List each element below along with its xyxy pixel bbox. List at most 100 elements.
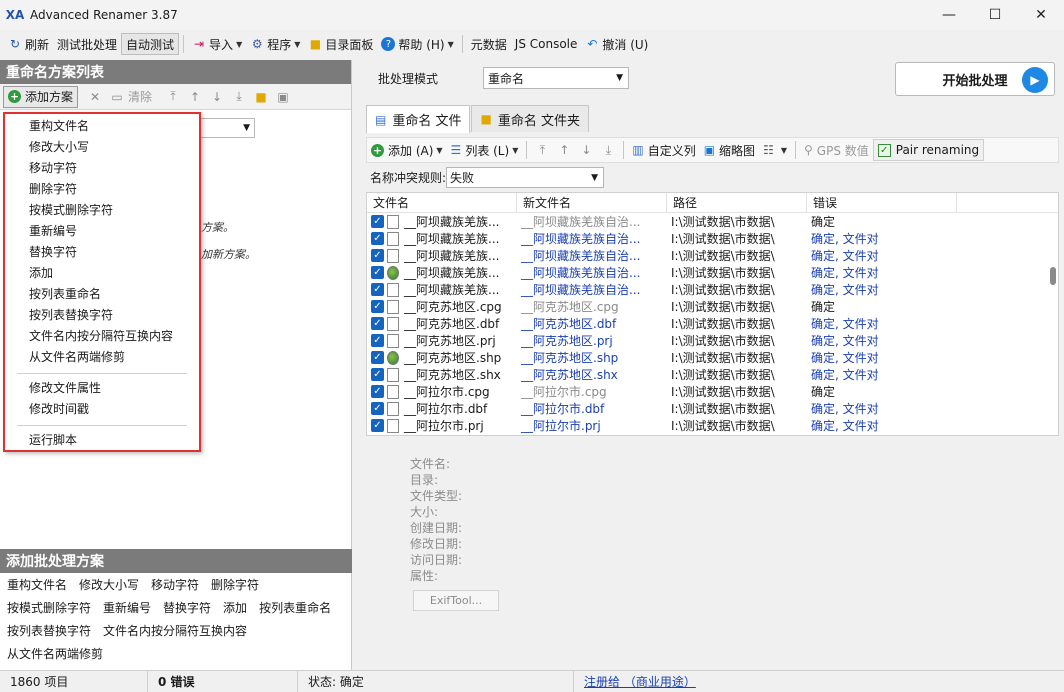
row-checkbox[interactable]: ✓ bbox=[371, 334, 384, 347]
conflict-rule-select[interactable]: 失败 ▼ bbox=[446, 167, 604, 188]
batch-mode-select[interactable]: 重命名 ▼ bbox=[483, 67, 629, 89]
tab-rename-files[interactable]: ▤ 重命名 文件 bbox=[366, 105, 471, 133]
quick-method-link[interactable]: 重新编号 bbox=[103, 599, 151, 616]
file-row[interactable]: ✓ __阿拉尔市.prj __阿拉尔市.prj I:\测试数据\市数据\ 确定, 文件对 bbox=[367, 417, 1058, 434]
quick-method-link[interactable]: 按列表重命名 bbox=[259, 599, 331, 616]
undo-button[interactable]: ↶ 撤消 (U) bbox=[581, 33, 652, 55]
move-bottom-icon[interactable]: ⤓ bbox=[599, 140, 617, 160]
maximize-icon[interactable]: ☐ bbox=[972, 0, 1018, 30]
quick-method-link[interactable]: 按列表替换字符 bbox=[7, 622, 91, 639]
add-files-button[interactable]: + 添加 (A) ▼ bbox=[367, 139, 447, 161]
menu-item[interactable]: 修改大小写 bbox=[5, 137, 199, 158]
move-top-icon[interactable]: ⤒ bbox=[533, 140, 551, 160]
menu-item[interactable]: 替换字符 bbox=[5, 242, 199, 263]
column-header-filename[interactable]: 文件名 bbox=[367, 193, 517, 213]
pair-renaming-toggle[interactable]: ✓ Pair renaming bbox=[872, 139, 985, 161]
custom-columns-button[interactable]: ▥ 自定义列 bbox=[628, 139, 699, 161]
quick-method-link[interactable]: 重构文件名 bbox=[7, 576, 67, 593]
file-row[interactable]: ✓ __阿克苏地区.shx __阿克苏地区.shx I:\测试数据\市数据\ 确定, 文… bbox=[367, 366, 1058, 383]
open-folder-icon[interactable]: ■ bbox=[252, 87, 270, 107]
file-row[interactable]: ✓ __阿克苏地区.shp __阿克苏地区.shp I:\测试数据\市数据\ 确定, 文… bbox=[367, 349, 1058, 366]
menu-item[interactable]: 修改文件属性 bbox=[5, 378, 199, 399]
row-checkbox[interactable]: ✓ bbox=[371, 300, 384, 313]
row-checkbox[interactable]: ✓ bbox=[371, 283, 384, 296]
move-up-icon[interactable]: ↑ bbox=[555, 140, 573, 160]
file-row[interactable]: ✓ __阿克苏地区.dbf __阿克苏地区.dbf I:\测试数据\市数据\ 确定, 文… bbox=[367, 315, 1058, 332]
move-top-icon[interactable]: ⤒ bbox=[164, 87, 182, 107]
test-batch-button[interactable]: 测试批处理 bbox=[53, 33, 121, 55]
auto-test-toggle[interactable]: 自动测试 bbox=[121, 33, 180, 55]
quick-method-link[interactable]: 文件名内按分隔符互换内容 bbox=[103, 622, 247, 639]
quick-method-link[interactable]: 按模式删除字符 bbox=[7, 599, 91, 616]
quick-method-link[interactable]: 移动字符 bbox=[151, 576, 199, 593]
clear-button[interactable]: 清除 bbox=[128, 88, 152, 105]
menu-item[interactable]: 移动字符 bbox=[5, 158, 199, 179]
menu-item[interactable]: 按模式删除字符 bbox=[5, 200, 199, 221]
move-up-icon[interactable]: ↑ bbox=[186, 87, 204, 107]
list-menu-button[interactable]: ☰ 列表 (L) ▼ bbox=[447, 139, 523, 161]
file-row[interactable]: ✓ __阿坝藏族羌族... __阿坝藏族羌族自治... I:\测试数据\市数据\ 确定 bbox=[367, 213, 1058, 230]
program-menu-button[interactable]: ⚙ 程序 ▼ bbox=[246, 33, 304, 55]
start-batch-button[interactable]: 开始批处理 ▶ bbox=[895, 62, 1055, 96]
add-method-button[interactable]: + 添加方案 bbox=[3, 85, 79, 108]
menu-item[interactable]: 添加 bbox=[5, 263, 199, 284]
file-row[interactable]: ✓ __阿拉尔市.cpg __阿拉尔市.cpg I:\测试数据\市数据\ 确定 bbox=[367, 383, 1058, 400]
row-checkbox[interactable]: ✓ bbox=[371, 368, 384, 381]
vertical-scrollbar[interactable] bbox=[1050, 267, 1056, 285]
menu-item[interactable]: 运行脚本 bbox=[5, 430, 199, 451]
column-header-new-filename[interactable]: 新文件名 bbox=[517, 193, 667, 213]
directory-panel-button[interactable]: ■ 目录面板 bbox=[304, 33, 377, 55]
quick-method-link[interactable]: 替换字符 bbox=[163, 599, 211, 616]
row-checkbox[interactable]: ✓ bbox=[371, 215, 384, 228]
menu-item[interactable]: 删除字符 bbox=[5, 179, 199, 200]
menu-item[interactable]: 重构文件名 bbox=[5, 116, 199, 137]
gps-values-button[interactable]: ⚲ GPS 数值 bbox=[800, 139, 873, 161]
quick-method-link[interactable]: 添加 bbox=[223, 599, 247, 616]
row-checkbox[interactable]: ✓ bbox=[371, 402, 384, 415]
file-row[interactable]: ✓ __阿坝藏族羌族... __阿坝藏族羌族自治... I:\测试数据\市数据\ 确定,… bbox=[367, 281, 1058, 298]
refresh-button[interactable]: ↻ 刷新 bbox=[4, 33, 53, 55]
quick-method-link[interactable]: 修改大小写 bbox=[79, 576, 139, 593]
quick-method-link[interactable]: 删除字符 bbox=[211, 576, 259, 593]
file-row[interactable]: ✓ __阿拉尔市.dbf __阿拉尔市.dbf I:\测试数据\市数据\ 确定, 文件对 bbox=[367, 400, 1058, 417]
file-row[interactable]: ✓ __阿坝藏族羌族... __阿坝藏族羌族自治... I:\测试数据\市数据\ 确定,… bbox=[367, 247, 1058, 264]
row-checkbox[interactable]: ✓ bbox=[371, 419, 384, 432]
thumbnails-button[interactable]: ▣ 缩略图 bbox=[700, 139, 759, 161]
metadata-button[interactable]: 元数据 bbox=[467, 33, 511, 55]
row-checkbox[interactable]: ✓ bbox=[371, 266, 384, 279]
file-row[interactable]: ✓ __阿坝藏族羌族... __阿坝藏族羌族自治... I:\测试数据\市数据\ 确定,… bbox=[367, 264, 1058, 281]
view-options-button[interactable]: ☷ ▼ bbox=[759, 139, 791, 161]
help-menu-button[interactable]: ? 帮助 (H) ▼ bbox=[377, 33, 457, 55]
close-icon[interactable]: ✕ bbox=[1018, 0, 1064, 30]
eraser-icon[interactable]: ▭ bbox=[108, 87, 126, 107]
file-row[interactable]: ✓ __阿坝藏族羌族... __阿坝藏族羌族自治... I:\测试数据\市数据\ 确定,… bbox=[367, 230, 1058, 247]
move-down-icon[interactable]: ↓ bbox=[208, 87, 226, 107]
delete-icon[interactable]: ✕ bbox=[86, 87, 104, 107]
save-icon[interactable]: ▣ bbox=[274, 87, 292, 107]
row-checkbox[interactable]: ✓ bbox=[371, 249, 384, 262]
minimize-icon[interactable]: — bbox=[926, 0, 972, 30]
column-header-path[interactable]: 路径 bbox=[667, 193, 807, 213]
menu-item[interactable]: 重新编号 bbox=[5, 221, 199, 242]
method-preset-dropdown[interactable]: ▼ bbox=[200, 118, 255, 138]
file-row[interactable]: ✓ __阿克苏地区.cpg __阿克苏地区.cpg I:\测试数据\市数据\ 确定 bbox=[367, 298, 1058, 315]
menu-item[interactable]: 按列表替换字符 bbox=[5, 305, 199, 326]
row-checkbox[interactable]: ✓ bbox=[371, 317, 384, 330]
move-bottom-icon[interactable]: ⤓ bbox=[230, 87, 248, 107]
row-checkbox[interactable]: ✓ bbox=[371, 385, 384, 398]
quick-method-link[interactable]: 从文件名两端修剪 bbox=[7, 645, 103, 662]
import-menu-button[interactable]: ⇥ 导入 ▼ bbox=[188, 33, 246, 55]
exiftool-button[interactable]: ExifTool... bbox=[413, 590, 499, 611]
tab-rename-folders[interactable]: ■ 重命名 文件夹 bbox=[471, 105, 589, 132]
register-link[interactable]: 注册给 （商业用途） bbox=[584, 673, 696, 690]
menu-item[interactable]: 按列表重命名 bbox=[5, 284, 199, 305]
file-row[interactable]: ✓ __阿克苏地区.prj __阿克苏地区.prj I:\测试数据\市数据\ 确定, 文… bbox=[367, 332, 1058, 349]
move-down-icon[interactable]: ↓ bbox=[577, 140, 595, 160]
column-header-error[interactable]: 错误 bbox=[807, 193, 957, 213]
js-console-button[interactable]: JS Console bbox=[511, 33, 582, 55]
menu-item[interactable]: 修改时间戳 bbox=[5, 399, 199, 420]
row-checkbox[interactable]: ✓ bbox=[371, 351, 384, 364]
menu-item[interactable]: 文件名内按分隔符互换内容 bbox=[5, 326, 199, 347]
menu-item[interactable]: 从文件名两端修剪 bbox=[5, 347, 199, 368]
row-checkbox[interactable]: ✓ bbox=[371, 232, 384, 245]
